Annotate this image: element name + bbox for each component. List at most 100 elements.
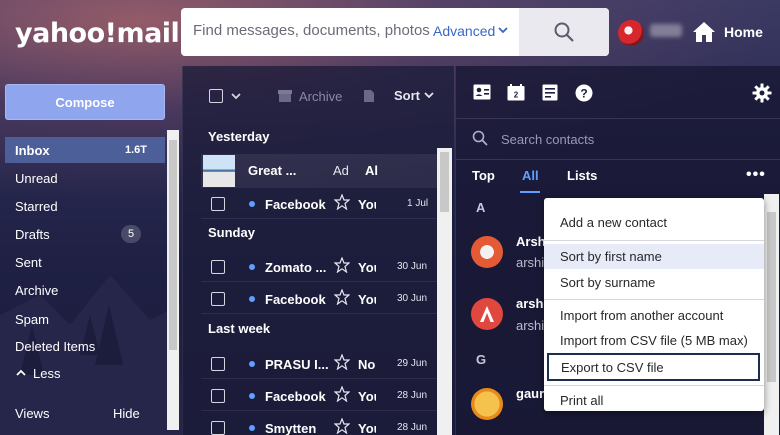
drafts-count-badge: 5 [121, 225, 141, 243]
scrollbar-thumb[interactable] [169, 140, 177, 350]
message-row[interactable]: Facebook You 30 Jun [201, 284, 439, 314]
star-icon[interactable] [334, 386, 350, 402]
message-sender: Zomato ... [265, 260, 327, 275]
message-checkbox[interactable] [211, 260, 225, 274]
tab-lists[interactable]: Lists [567, 168, 597, 183]
compose-button[interactable]: Compose [5, 84, 165, 120]
scrollbar-thumb[interactable] [767, 212, 776, 382]
sidebar-item-drafts[interactable]: Drafts 5 [5, 221, 165, 247]
tab-all[interactable]: All [522, 168, 539, 183]
message-checkbox[interactable] [211, 389, 225, 403]
message-row[interactable]: PRASU I... No 29 Jun [201, 349, 439, 379]
search-input[interactable] [193, 22, 433, 39]
contact-name[interactable]: gaur [516, 386, 544, 401]
message-row[interactable]: Smytten You 28 Jun [201, 413, 439, 435]
contacts-scrollbar[interactable] [764, 194, 779, 435]
star-icon[interactable] [334, 194, 350, 210]
message-date: 30 Jun [397, 261, 428, 272]
ad-label: Ad [333, 163, 349, 178]
star-icon[interactable] [334, 354, 350, 370]
sidebar-item-unread[interactable]: Unread [5, 165, 165, 191]
sidebar-item-archive[interactable]: Archive [5, 277, 165, 303]
notepad-icon[interactable] [542, 84, 558, 101]
search-contacts-input[interactable] [501, 132, 701, 147]
archive-button[interactable]: Archive [299, 89, 342, 104]
search-button[interactable] [519, 8, 609, 56]
star-icon[interactable] [334, 257, 350, 273]
message-row[interactable]: Facebook You 28 Jun [201, 381, 439, 411]
contact-name[interactable]: arshi [516, 296, 547, 311]
chevron-down-icon[interactable] [230, 90, 242, 102]
help-icon[interactable]: ? [575, 84, 593, 102]
settings-gear-icon[interactable] [752, 83, 772, 103]
message-checkbox[interactable] [211, 292, 225, 306]
section-header: Last week [208, 321, 271, 336]
message-list-scrollbar[interactable] [437, 148, 452, 435]
message-subject: You [358, 197, 376, 212]
sidebar-item-sent[interactable]: Sent [5, 249, 165, 275]
chevron-down-icon[interactable] [423, 89, 435, 101]
hide-views-link[interactable]: Hide [113, 406, 140, 421]
sidebar-item-label: Sent [15, 254, 42, 270]
contacts-card-icon[interactable] [473, 84, 491, 100]
ad-snippet: Al [365, 163, 378, 178]
message-row[interactable]: Facebook You 1 Jul [201, 189, 439, 219]
sidebar-item-inbox[interactable]: Inbox 1.6T [5, 137, 165, 163]
chevron-down-icon[interactable] [497, 24, 509, 36]
star-icon[interactable] [334, 418, 350, 434]
sidebar-item-label: Deleted Items [15, 338, 96, 354]
message-checkbox[interactable] [211, 197, 225, 211]
message-date: 30 Jun [397, 293, 428, 304]
home-icon[interactable] [692, 21, 716, 43]
sidebar-scrollbar[interactable] [167, 130, 179, 430]
inbox-count: 1.6T [124, 144, 147, 156]
menu-import-csv[interactable]: Import from CSV file (5 MB max) [544, 328, 764, 353]
message-subject: You [358, 260, 376, 275]
home-link[interactable]: Home [724, 24, 763, 40]
yahoo-mail-logo[interactable]: yahoo!mail [15, 18, 180, 49]
menu-divider [544, 240, 764, 241]
user-name-blurred[interactable] [650, 24, 682, 37]
section-header: Yesterday [208, 129, 270, 144]
contact-avatar [471, 298, 503, 330]
more-options-button[interactable]: ••• [746, 166, 766, 184]
sidebar-item-starred[interactable]: Starred [5, 193, 165, 219]
svg-text:?: ? [580, 87, 587, 101]
message-sender: PRASU I... [265, 357, 329, 372]
section-header: Sunday [208, 225, 255, 240]
sidebar-item-spam[interactable]: Spam [5, 306, 165, 332]
search-icon [472, 130, 488, 146]
sidebar-less-toggle[interactable]: Less [5, 360, 165, 386]
svg-text:2: 2 [514, 91, 519, 100]
sort-button[interactable]: Sort [394, 88, 420, 103]
message-checkbox[interactable] [211, 421, 225, 435]
sidebar-item-label: Archive [15, 282, 59, 298]
sidebar-item-label: Inbox [15, 142, 50, 158]
contacts-options-menu: Add a new contact Sort by first name Sor… [544, 198, 764, 411]
menu-import-account[interactable]: Import from another account [544, 303, 764, 328]
menu-sort-surname[interactable]: Sort by surname [544, 270, 764, 295]
star-icon[interactable] [334, 289, 350, 305]
calendar-icon[interactable]: 2 [507, 84, 525, 101]
menu-export-csv[interactable]: Export to CSV file [547, 353, 760, 381]
sidebar-item-label: Spam [15, 311, 49, 327]
menu-add-contact[interactable]: Add a new contact [544, 210, 764, 235]
menu-print-all[interactable]: Print all [544, 388, 764, 413]
tab-top[interactable]: Top [472, 168, 495, 183]
message-subject: You [358, 292, 376, 307]
divider [456, 118, 780, 119]
contact-name[interactable]: Arsh [516, 234, 546, 249]
user-avatar[interactable] [618, 20, 644, 46]
message-row[interactable]: Zomato ... You 30 Jun [201, 252, 439, 282]
message-date: 29 Jun [397, 358, 428, 369]
advanced-search-link[interactable]: Advanced [433, 23, 495, 39]
message-checkbox[interactable] [211, 357, 225, 371]
ad-title: Great ... [248, 163, 297, 178]
menu-sort-first-name[interactable]: Sort by first name [544, 244, 764, 269]
select-all-checkbox[interactable] [209, 89, 223, 103]
sponsored-ad-row[interactable]: Great ... Ad Al [201, 154, 439, 188]
unread-dot [249, 361, 255, 367]
scrollbar-thumb[interactable] [440, 152, 449, 212]
sidebar-item-deleted[interactable]: Deleted Items [5, 333, 165, 359]
search-bar: Advanced [181, 8, 609, 56]
